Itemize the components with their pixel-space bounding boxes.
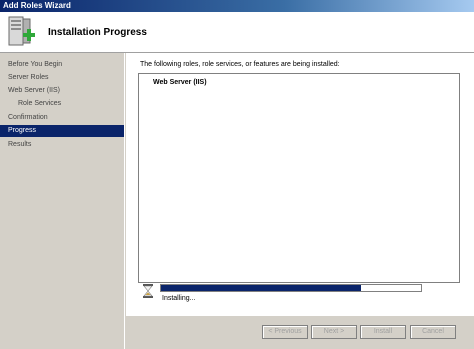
progress-fill bbox=[161, 285, 362, 291]
wizard-sidebar: Before You Begin Server Roles Web Server… bbox=[0, 53, 124, 349]
sidebar-item-before-you-begin[interactable]: Before You Begin bbox=[0, 59, 124, 71]
wizard-header: Installation Progress bbox=[0, 12, 474, 53]
add-roles-wizard-window: Add Roles Wizard Installation Progress B… bbox=[0, 0, 474, 349]
main-content: The following roles, role services, or f… bbox=[126, 53, 474, 316]
sidebar-item-role-services[interactable]: Role Services bbox=[0, 98, 124, 110]
next-button[interactable]: Next > bbox=[311, 325, 357, 339]
sidebar-item-web-server-iis[interactable]: Web Server (IIS) bbox=[0, 85, 124, 97]
wizard-footer: < Previous Next > Install Cancel bbox=[126, 317, 474, 349]
sidebar-item-progress[interactable]: Progress bbox=[0, 125, 124, 137]
installation-description: The following roles, role services, or f… bbox=[140, 61, 340, 68]
sidebar-item-confirmation[interactable]: Confirmation bbox=[0, 112, 124, 124]
progress-status: Installing... bbox=[162, 295, 196, 302]
title-bar[interactable]: Add Roles Wizard bbox=[0, 0, 474, 12]
sidebar-item-server-roles[interactable]: Server Roles bbox=[0, 72, 124, 84]
install-button[interactable]: Install bbox=[360, 325, 406, 339]
sidebar-divider bbox=[124, 53, 125, 349]
hourglass-icon bbox=[143, 284, 153, 298]
window-title: Add Roles Wizard bbox=[3, 1, 71, 10]
server-roles-icon bbox=[8, 16, 35, 46]
installation-list[interactable]: Web Server (IIS) bbox=[138, 73, 460, 283]
list-item: Web Server (IIS) bbox=[153, 79, 207, 86]
installation-progress-bar bbox=[160, 284, 422, 292]
sidebar-item-results[interactable]: Results bbox=[0, 139, 124, 151]
page-title: Installation Progress bbox=[48, 27, 147, 38]
previous-button[interactable]: < Previous bbox=[262, 325, 308, 339]
cancel-button[interactable]: Cancel bbox=[410, 325, 456, 339]
